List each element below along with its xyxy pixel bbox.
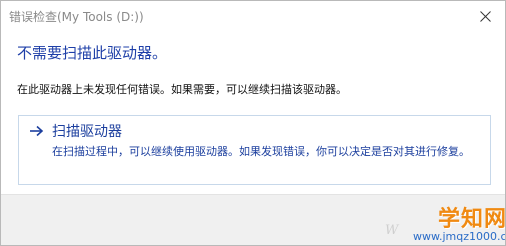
close-icon [479, 10, 491, 22]
scan-drive-command-link[interactable]: 扫描驱动器 在扫描过程中，可以继续使用驱动器。如果发现错误，你可以决定是否对其进… [18, 115, 491, 185]
error-check-dialog: 错误检查(My Tools (D:)) 不需要扫描此驱动器。 在此驱动器上未发现… [0, 0, 506, 246]
watermark-logo: 学知网 [438, 207, 506, 232]
watermark-partial-text: W [385, 223, 399, 238]
scan-drive-description: 在扫描过程中，可以继续使用驱动器。如果发现错误，你可以决定是否对其进行修复。 [52, 145, 470, 158]
main-instruction: 不需要扫描此驱动器。 [17, 44, 168, 62]
close-button[interactable] [465, 1, 505, 31]
title-bar: 错误检查(My Tools (D:)) [1, 1, 505, 31]
dialog-content: 不需要扫描此驱动器。 在此驱动器上未发现任何错误。如果需要，可以继续扫描该驱动器… [1, 31, 505, 194]
arrow-right-icon [29, 125, 44, 137]
watermark-url: www.jmqz1000.com [413, 230, 506, 243]
window-title: 错误检查(My Tools (D:)) [9, 10, 144, 24]
description-text: 在此驱动器上未发现任何错误。如果需要，可以继续扫描该驱动器。 [17, 83, 347, 96]
scan-drive-title: 扫描驱动器 [52, 124, 122, 140]
